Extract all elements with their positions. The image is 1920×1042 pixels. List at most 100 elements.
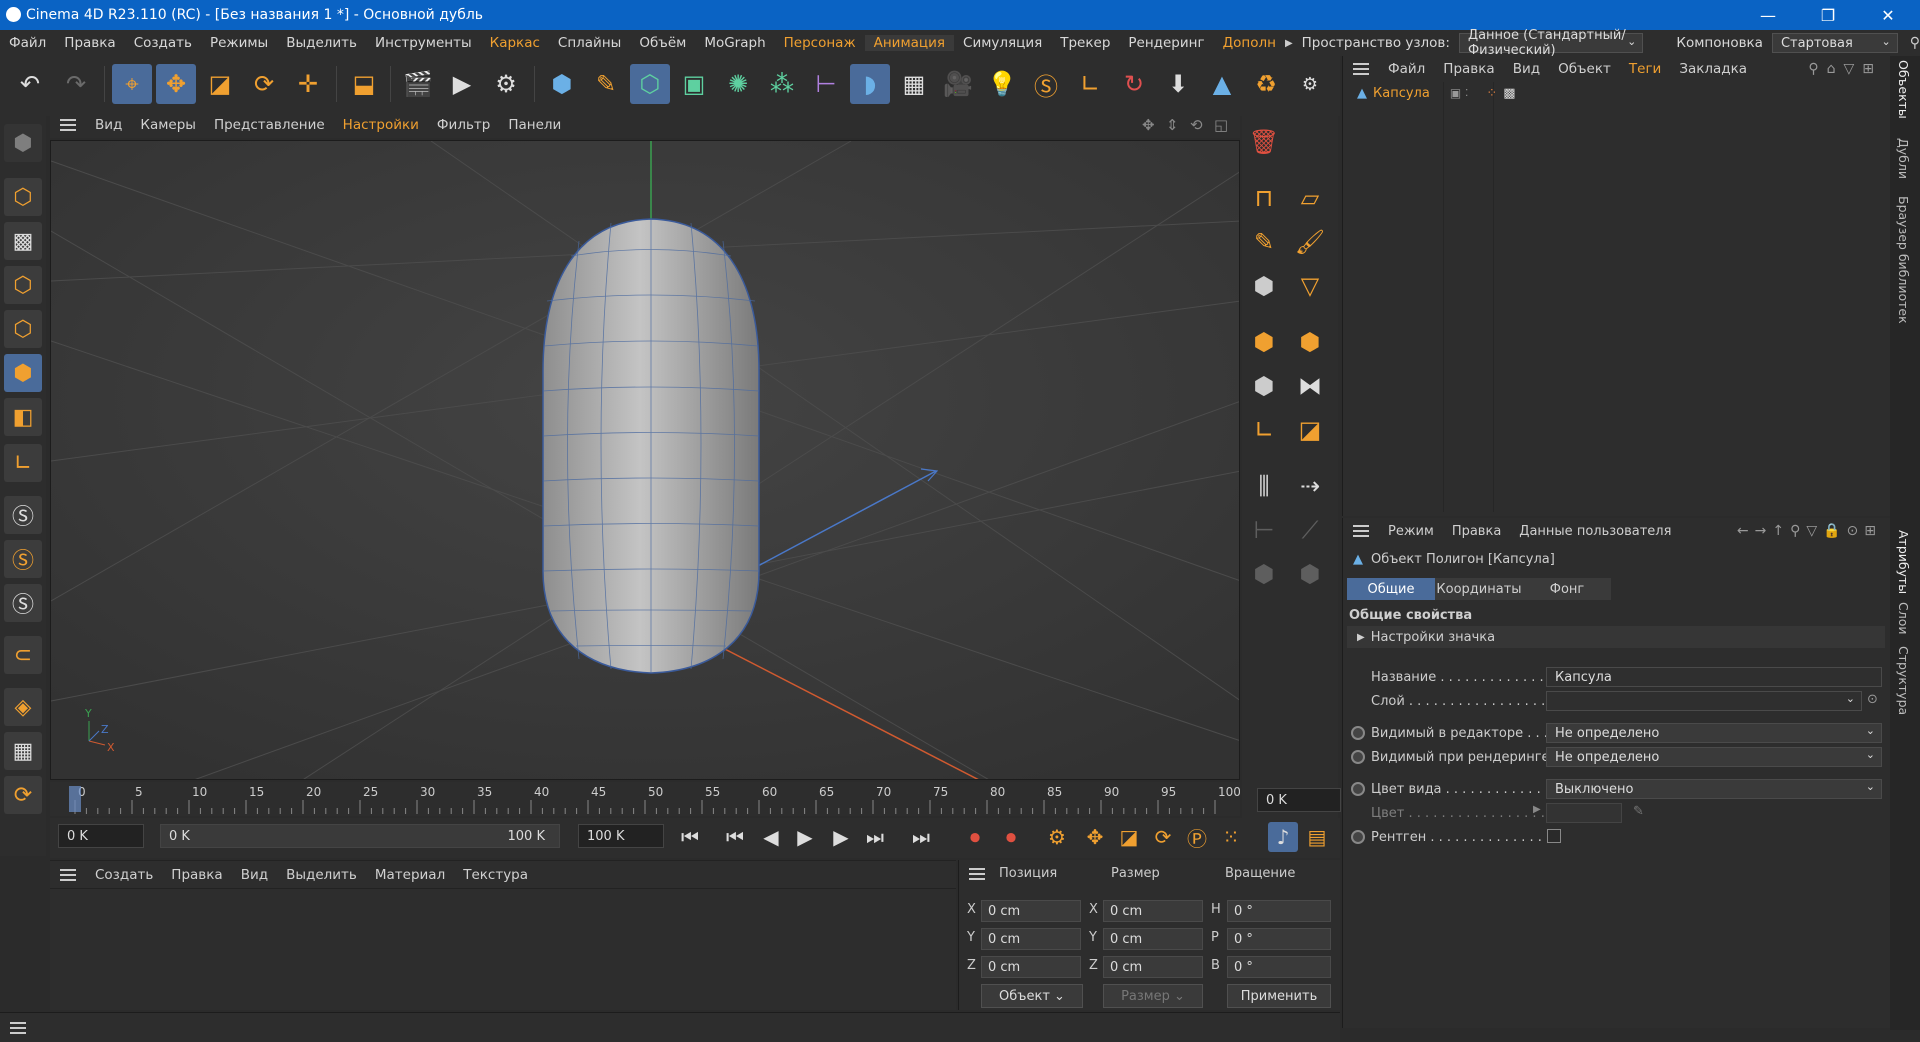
vp-nav-rotate-icon[interactable]: ⟲ [1190,116,1203,134]
key-parameter-icon[interactable]: Ⓟ [1182,822,1212,852]
size-z-field[interactable]: 0 cm [1103,956,1203,978]
move-icon[interactable]: ✥ [156,64,196,104]
close-button[interactable]: ✕ [1860,0,1916,30]
matrix-extrude-icon[interactable]: ⬢ [1290,322,1330,362]
timeline-ruler[interactable]: 0 5 10 15 20 25 30 35 40 45 50 55 60 65 70 75 80 85 90 95 10… [50,782,1341,816]
display-color-select[interactable]: Выключено ⌄ [1546,779,1882,799]
side-tab-attributes[interactable]: Атрибуты [1896,530,1911,594]
status-menu-hamburger-icon[interactable] [10,1022,26,1034]
mat-menu-view[interactable]: Вид [232,867,277,883]
rot-h-field[interactable]: 0 ° [1227,900,1331,922]
next-key-icon[interactable]: ⏭ [860,822,890,852]
nodespace-select[interactable]: Данное (Стандартный/Физический) ⌄ [1458,28,1644,58]
menu-overflow-arrow-icon[interactable]: ▶ [1285,38,1293,49]
floor-icon[interactable]: ▦ [894,64,934,104]
vp-menu-view[interactable]: Вид [86,117,131,133]
menu-tools[interactable]: Инструменты [366,35,481,51]
plane-cut-icon[interactable]: ▱ [1290,178,1330,218]
menu-render[interactable]: Рендеринг [1119,35,1213,51]
maximize-button[interactable]: ❐ [1800,0,1856,30]
axis-icon[interactable]: ∟ [1070,64,1110,104]
tab-phong[interactable]: Фонг [1523,578,1611,600]
menu-volume[interactable]: Объём [630,35,695,51]
menu-modes[interactable]: Режимы [201,35,277,51]
sound-icon[interactable]: ♪ [1268,822,1298,852]
menu-character[interactable]: Персонаж [775,35,865,51]
previous-key-icon[interactable]: ⏮ [720,822,750,852]
camera-icon[interactable]: 🎥 [938,64,978,104]
rot-b-field[interactable]: 0 ° [1227,956,1331,978]
autokeying-icon[interactable]: ⏺ [996,822,1026,852]
scale-icon[interactable]: ◪ [200,64,240,104]
mat-menu-material[interactable]: Материал [366,867,454,883]
obj-menu-edit[interactable]: Правка [1434,61,1503,77]
rotate-icon[interactable]: ⟳ [244,64,284,104]
layer-checkbox-icon[interactable]: ▣ [1450,86,1461,100]
attribute-nav-icons[interactable]: ←→↑⚲▽🔒⊙⊞ [1737,523,1882,539]
tab-basic[interactable]: Общие [1347,578,1435,600]
layout-select[interactable]: Стартовая ⌄ [1771,33,1898,53]
vp-nav-move-icon[interactable]: ✥ [1142,116,1155,134]
go-to-start-icon[interactable]: ⏮ [675,822,705,852]
workplane-rotate-icon[interactable]: ⟳ [4,776,42,814]
menu-animation[interactable]: Анимация [864,35,955,51]
size-mode-select[interactable]: Размер ⌄ [1103,984,1203,1008]
icon-settings-group[interactable]: ▶ Настройки значка [1347,626,1885,648]
color-expand-icon[interactable]: ▶ [1533,804,1541,815]
coordinate-system-icon[interactable]: ⬓ [344,64,384,104]
menu-create[interactable]: Создать [125,35,201,51]
coordinate-mode-select[interactable]: Объект ⌄ [981,984,1083,1008]
obj-menu-view[interactable]: Вид [1504,61,1549,77]
live-selection-icon[interactable]: ⌖ [112,64,152,104]
vp-menu-filter[interactable]: Фильтр [428,117,499,133]
name-field[interactable]: Капсула [1546,667,1882,687]
frame-range-slider[interactable]: 0 K 100 K [160,824,560,848]
play-icon[interactable]: ▶ [790,822,820,852]
mat-menu-edit[interactable]: Правка [162,867,231,883]
key-pla-icon[interactable]: ⁙ [1216,822,1246,852]
xray-checkbox[interactable] [1547,829,1561,843]
move-axis-icon[interactable]: ∟ [1244,410,1284,450]
side-tab-structure[interactable]: Структура [1896,646,1911,715]
snap-s-icon-1[interactable]: Ⓢ [4,496,42,534]
size-y-field[interactable]: 0 cm [1103,928,1203,950]
render-picture-viewer-icon[interactable]: ▶ [442,64,482,104]
side-tab-asset-browser[interactable]: Браузер библиотек [1896,196,1911,324]
axis-mode-icon[interactable]: ∟ [4,444,42,482]
keyframe-selection-icon[interactable]: ⚙ [1042,822,1072,852]
cloner-icon[interactable]: ✺ [718,64,758,104]
side-tab-layers[interactable]: Слои [1896,602,1911,635]
polygon-pen-icon[interactable]: ✎ [1244,222,1284,262]
smooth-shift-icon[interactable]: ⬢ [1244,366,1284,406]
attr-menu-edit[interactable]: Правка [1443,524,1510,539]
previous-frame-icon[interactable]: ◀ [756,822,786,852]
texture-tag-icon[interactable]: ▩ [1503,86,1515,101]
script-s-icon[interactable]: Ⓢ [1026,64,1066,104]
drop-to-floor-icon[interactable]: ⬇ [1158,64,1198,104]
pos-x-field[interactable]: 0 cm [981,900,1081,922]
timeline-window-icon[interactable]: ▤ [1302,822,1332,852]
transform-icon[interactable]: ✛ [288,64,328,104]
pos-y-field[interactable]: 0 cm [981,928,1081,950]
side-tab-takes[interactable]: Дубли [1896,138,1911,179]
layer-pick-icon[interactable]: ⊙ [1867,692,1878,707]
polygon-object-icon[interactable]: ▲ [1202,64,1242,104]
vp-nav-maximize-icon[interactable]: ◱ [1214,116,1228,134]
snap-s-icon-3[interactable]: Ⓢ [4,584,42,622]
psr-icon[interactable]: ↻ [1114,64,1154,104]
pos-z-field[interactable]: 0 cm [981,956,1081,978]
make-editable-icon[interactable]: ⬢ [4,124,42,162]
menu-mesh[interactable]: Каркас [481,35,549,51]
mat-menu-texture[interactable]: Текстура [454,867,537,883]
color-swatch[interactable] [1546,803,1622,823]
mograph-icon[interactable]: ⁂ [762,64,802,104]
playhead[interactable] [69,786,81,812]
settings-gear-icon[interactable]: ⚙ [1290,64,1330,104]
current-frame-field[interactable]: 0 K [1257,788,1341,812]
vis-editor-select[interactable]: Не определено ⌄ [1546,723,1882,743]
record-active-objects-icon[interactable]: ⏺ [960,822,990,852]
expand-triangle-icon[interactable]: ▶ [1357,632,1365,643]
vp-menu-display[interactable]: Представление [205,117,334,133]
render-view-icon[interactable]: 🎬 [398,64,438,104]
timeline-ticks[interactable]: 0 5 10 15 20 25 30 35 40 45 50 55 60 65 70 75 80 85 90 95 10… [50,782,1241,816]
